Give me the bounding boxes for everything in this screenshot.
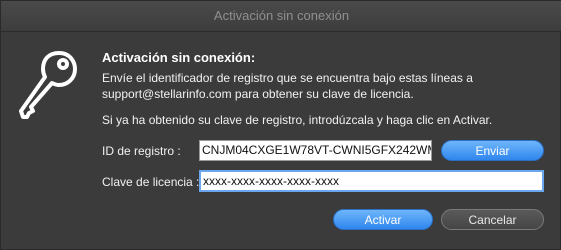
title-bar: Activación sin conexión xyxy=(1,1,561,32)
registration-id-label: ID de registro : xyxy=(102,144,181,158)
registration-id-field[interactable]: CNJM04CXGE1W78VT-CWNI5GFX242WMU xyxy=(199,140,432,161)
activate-button[interactable]: Activar xyxy=(333,209,433,230)
license-key-label: Clave de licencia : xyxy=(102,175,200,189)
send-button[interactable]: Enviar xyxy=(441,140,544,161)
window-title: Activación sin conexión xyxy=(213,8,350,23)
dialog-heading: Activación sin conexión: xyxy=(102,50,256,65)
dialog-description: Envíe el identificador de registro que s… xyxy=(102,71,473,101)
dialog-instruction: Si ya ha obtenido su clave de registro, … xyxy=(102,113,493,127)
license-key-input[interactable] xyxy=(199,170,544,192)
cancel-button[interactable]: Cancelar xyxy=(441,209,544,230)
offline-activation-window: Activación sin conexión Activación sin c… xyxy=(0,0,561,250)
key-icon xyxy=(19,51,77,119)
